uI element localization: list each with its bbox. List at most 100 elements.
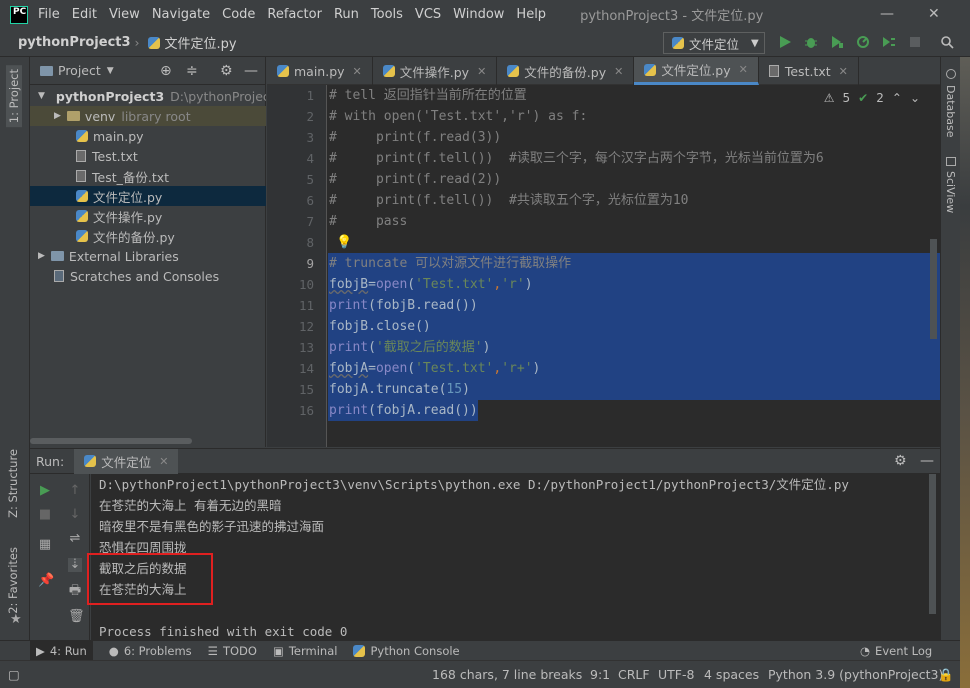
- lock-icon[interactable]: 🔒: [938, 667, 954, 683]
- menu-tools[interactable]: Tools: [371, 7, 403, 22]
- locate-icon[interactable]: ⊕: [160, 63, 172, 79]
- menu-file[interactable]: File: [38, 7, 60, 22]
- tool-tab-structure[interactable]: Z: Structure: [6, 449, 20, 518]
- menu-help[interactable]: Help: [516, 7, 546, 22]
- bottom-tab-python-console[interactable]: Python Console: [353, 644, 460, 658]
- tab-test-txt[interactable]: Test.txt ✕: [759, 57, 859, 85]
- search-icon[interactable]: [940, 35, 954, 49]
- close-tab-icon[interactable]: ✕: [739, 63, 748, 76]
- tree-item-external-libraries[interactable]: ▶ External Libraries: [30, 246, 266, 266]
- stop-icon[interactable]: ■: [38, 508, 52, 522]
- tree-item-file-position-py[interactable]: 文件定位.py: [30, 186, 266, 206]
- print-icon[interactable]: 🖶: [68, 584, 82, 598]
- sciview-icon: [946, 157, 956, 166]
- close-tab-icon[interactable]: ✕: [159, 455, 168, 468]
- tab-main-py[interactable]: main.py ✕: [267, 57, 373, 85]
- tree-item-scratches[interactable]: Scratches and Consoles: [30, 266, 266, 286]
- run-console[interactable]: D:\pythonProject1\pythonProject3\venv\Sc…: [91, 474, 940, 641]
- layout-icon[interactable]: ▦: [38, 538, 52, 552]
- bottom-tab-todo[interactable]: ☰ TODO: [208, 644, 257, 658]
- debug-icon[interactable]: [804, 35, 818, 49]
- status-line-separator[interactable]: CRLF: [618, 667, 650, 682]
- tree-item-test-backup-txt[interactable]: Test_备份.txt: [30, 166, 266, 186]
- hide-panel-icon[interactable]: —: [920, 453, 934, 469]
- soft-wrap-icon[interactable]: ⇌: [68, 532, 82, 546]
- tab-file-position-py[interactable]: 文件定位.py ✕: [634, 57, 759, 85]
- breadcrumb-project[interactable]: pythonProject3: [18, 35, 131, 50]
- tool-tab-database[interactable]: Database: [944, 85, 957, 138]
- tab-file-backup-py[interactable]: 文件的备份.py ✕: [497, 57, 635, 85]
- coverage-icon[interactable]: [830, 35, 844, 49]
- line-number: 3: [306, 130, 314, 145]
- run-tab-file-position[interactable]: 文件定位 ✕: [74, 448, 179, 474]
- close-tab-icon[interactable]: ✕: [614, 65, 623, 78]
- tab-file-ops-py[interactable]: 文件操作.py ✕: [373, 57, 498, 85]
- tree-label: 文件的备份.py: [93, 229, 175, 245]
- dropdown-arrow-icon[interactable]: ▼: [107, 66, 114, 76]
- up-arrow-icon[interactable]: ↑: [68, 484, 82, 498]
- menu-edit[interactable]: Edit: [72, 7, 97, 22]
- breadcrumb-file[interactable]: 文件定位.py: [165, 33, 237, 52]
- code-area[interactable]: # tell 返回指针当前所在的位置 # with open('Test.txt…: [328, 85, 940, 447]
- line-number: 12: [298, 319, 314, 334]
- todo-icon: ☰: [207, 643, 218, 658]
- text-file-icon: [76, 170, 86, 182]
- run-concurrency-icon[interactable]: [882, 35, 896, 49]
- bottom-tab-terminal[interactable]: ▣ Terminal: [273, 644, 337, 658]
- tool-tab-sciview[interactable]: SciView: [944, 171, 957, 213]
- console-scrollbar[interactable]: [929, 474, 936, 614]
- minimize-icon[interactable]: —: [880, 6, 894, 22]
- bottom-tab-run[interactable]: ▶ 4: Run: [30, 640, 93, 661]
- tree-extra: library root: [121, 108, 191, 124]
- settings-gear-icon[interactable]: ⚙: [220, 63, 233, 79]
- menu-code[interactable]: Code: [222, 7, 255, 22]
- tree-path: D:\pythonProjec: [170, 88, 266, 104]
- tree-item-file-ops-py[interactable]: 文件操作.py: [30, 206, 266, 226]
- tree-item-file-backup-py[interactable]: 文件的备份.py: [30, 226, 266, 246]
- tree-item-test-txt[interactable]: Test.txt: [30, 146, 266, 166]
- layout-toggle-icon[interactable]: ▢: [8, 667, 20, 682]
- close-tab-icon[interactable]: ✕: [839, 65, 848, 78]
- run-configuration-select[interactable]: 文件定位 ▼: [663, 32, 765, 54]
- code-line: # tell 返回指针当前所在的位置: [329, 88, 527, 103]
- menu-run[interactable]: Run: [334, 7, 359, 22]
- status-caret-position[interactable]: 9:1: [590, 667, 610, 682]
- menu-view[interactable]: View: [109, 7, 140, 22]
- bottom-tab-problems[interactable]: ● 6: Problems: [109, 644, 192, 658]
- menu-vcs[interactable]: VCS: [415, 7, 441, 22]
- hide-panel-icon[interactable]: —: [244, 63, 258, 79]
- status-encoding[interactable]: UTF-8: [658, 667, 694, 682]
- settings-gear-icon[interactable]: ⚙: [894, 453, 907, 469]
- editor-scrollbar[interactable]: [930, 239, 937, 339]
- close-icon[interactable]: ✕: [928, 6, 940, 22]
- status-interpreter[interactable]: Python 3.9 (pythonProject3): [768, 667, 943, 682]
- menu-window[interactable]: Window: [453, 7, 504, 22]
- status-indent[interactable]: 4 spaces: [704, 667, 759, 682]
- tree-item-main-py[interactable]: main.py: [30, 126, 266, 146]
- profile-icon[interactable]: [856, 35, 870, 49]
- close-tab-icon[interactable]: ✕: [477, 65, 486, 78]
- menu-navigate[interactable]: Navigate: [152, 7, 210, 22]
- rerun-icon[interactable]: ▶: [38, 484, 52, 498]
- scroll-to-end-icon[interactable]: ⇣: [68, 558, 82, 572]
- menu-refactor[interactable]: Refactor: [267, 7, 322, 22]
- horizontal-scrollbar[interactable]: [30, 438, 192, 444]
- tool-tab-favorites[interactable]: 2: Favorites: [6, 547, 20, 614]
- code-line: # print(f.tell()) #共读取五个字，光标位置为10: [329, 193, 689, 208]
- run-icon[interactable]: [778, 35, 792, 49]
- lightbulb-icon[interactable]: 💡: [336, 232, 352, 253]
- bottom-tab-event-log[interactable]: ◔ Event Log: [860, 644, 932, 658]
- library-icon: [50, 251, 64, 261]
- close-tab-icon[interactable]: ✕: [353, 65, 362, 78]
- trash-icon[interactable]: 🗑: [68, 610, 85, 624]
- project-panel-title[interactable]: Project: [58, 63, 101, 78]
- tree-item-venv[interactable]: ▶ venv library root: [30, 106, 266, 126]
- stop-icon[interactable]: [908, 35, 922, 49]
- down-arrow-icon[interactable]: ↓: [68, 508, 82, 522]
- tool-tab-project[interactable]: 1: Project: [6, 65, 22, 128]
- tree-label: venv: [84, 108, 116, 124]
- run-icon: ▶: [36, 643, 45, 658]
- tree-item-project-root[interactable]: ▼ pythonProject3 D:\pythonProjec: [30, 86, 266, 106]
- pin-icon[interactable]: 📌: [38, 574, 54, 588]
- collapse-all-icon[interactable]: ≑: [186, 63, 198, 79]
